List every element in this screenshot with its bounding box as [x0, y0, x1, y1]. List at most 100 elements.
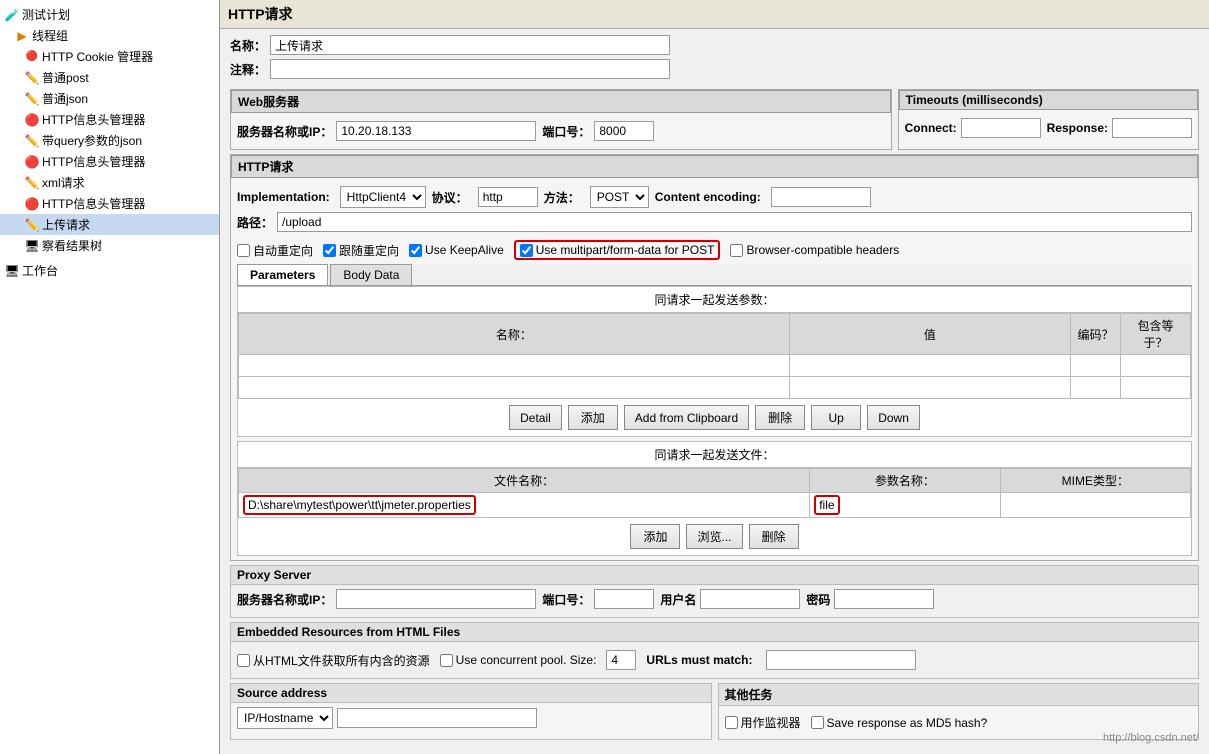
- http-info1-icon: 🔴: [24, 112, 40, 128]
- tab-body-data[interactable]: Body Data: [330, 264, 412, 285]
- concurrent-pool-checkbox[interactable]: Use concurrent pool. Size:: [440, 653, 597, 667]
- sidebar-item-thread-group[interactable]: ▶ 线程组: [0, 25, 219, 46]
- follow-redirect-checkbox[interactable]: 跟随重定向: [323, 242, 399, 259]
- source-type-select[interactable]: IP/Hostname: [237, 707, 333, 729]
- detail-button[interactable]: Detail: [509, 405, 562, 430]
- sidebar-item-label: 线程组: [32, 27, 68, 44]
- embedded-title: Embedded Resources from HTML Files: [231, 623, 1198, 642]
- browse-button[interactable]: 浏览...: [686, 524, 742, 549]
- protocol-input[interactable]: [478, 187, 538, 207]
- sidebar-item-label: HTTP信息头管理器: [42, 111, 145, 128]
- follow-redirect-check[interactable]: [323, 244, 336, 257]
- sidebar-item-check-results[interactable]: 🖥 察看结果树: [0, 235, 219, 256]
- col-filename-header: 文件名称：: [239, 469, 810, 493]
- table-row: [239, 355, 1191, 377]
- tab-parameters[interactable]: Parameters: [237, 264, 328, 285]
- monitor-checkbox[interactable]: 用作监视器: [725, 714, 801, 731]
- concurrent-size-input[interactable]: [606, 650, 636, 670]
- files-section-header: 同请求一起发送文件：: [238, 442, 1191, 468]
- sidebar-item-test-plan[interactable]: 🧪 测试计划: [0, 4, 219, 25]
- http-request-header: HTTP请求: [231, 155, 1198, 178]
- http-info3-icon: 🔴: [24, 196, 40, 212]
- file-path-value: D:\share\mytest\power\tt\jmeter.properti…: [243, 495, 476, 515]
- browser-headers-check[interactable]: [730, 244, 743, 257]
- proxy-port-input[interactable]: [594, 589, 654, 609]
- extract-resources-checkbox[interactable]: 从HTML文件获取所有内含的资源: [237, 652, 430, 669]
- keep-alive-checkbox[interactable]: Use KeepAlive: [409, 243, 504, 257]
- down-button[interactable]: Down: [867, 405, 920, 430]
- proxy-section: Proxy Server 服务器名称或IP： 端口号： 用户名 密码: [230, 565, 1199, 618]
- name-input[interactable]: [270, 35, 670, 55]
- sidebar-item-label: 察看结果树: [42, 237, 102, 254]
- urls-match-input[interactable]: [766, 650, 916, 670]
- proxy-port-label: 端口号：: [542, 591, 590, 608]
- query-json-icon: ✏️: [24, 133, 40, 149]
- proxy-username-input[interactable]: [700, 589, 800, 609]
- sidebar-item-putong-post[interactable]: ✏️ 普通post: [0, 67, 219, 88]
- sidebar-item-http-cookie[interactable]: 🔴 HTTP Cookie 管理器: [0, 46, 219, 67]
- md5-check[interactable]: [811, 716, 824, 729]
- upload-request-icon: ✏️: [24, 217, 40, 233]
- path-input[interactable]: [277, 212, 1192, 232]
- params-section-header: 同请求一起发送参数：: [238, 287, 1191, 313]
- files-table: 文件名称： 参数名称： MIME类型： D:\share\mytest\powe…: [238, 468, 1191, 518]
- port-input[interactable]: [594, 121, 654, 141]
- sidebar-item-http-info1[interactable]: 🔴 HTTP信息头管理器: [0, 109, 219, 130]
- response-input[interactable]: [1112, 118, 1192, 138]
- putong-post-icon: ✏️: [24, 70, 40, 86]
- web-server-header: Web服务器: [231, 90, 891, 113]
- delete-file-button[interactable]: 删除: [749, 524, 799, 549]
- auto-redirect-checkbox[interactable]: 自动重定向: [237, 242, 313, 259]
- monitor-check[interactable]: [725, 716, 738, 729]
- embedded-section: Embedded Resources from HTML Files 从HTML…: [230, 622, 1199, 679]
- add-from-clipboard-button[interactable]: Add from Clipboard: [624, 405, 749, 430]
- auto-redirect-check[interactable]: [237, 244, 250, 257]
- response-label: Response:: [1047, 121, 1108, 135]
- add-param-button[interactable]: 添加: [568, 405, 618, 430]
- extract-resources-check[interactable]: [237, 654, 250, 667]
- sidebar-item-http-info2[interactable]: 🔴 HTTP信息头管理器: [0, 151, 219, 172]
- md5-checkbox[interactable]: Save response as MD5 hash?: [811, 716, 988, 730]
- port-label: 端口号：: [542, 123, 590, 140]
- encoding-input[interactable]: [771, 187, 871, 207]
- up-button[interactable]: Up: [811, 405, 861, 430]
- sidebar-item-xml-request[interactable]: ✏️ xml请求: [0, 172, 219, 193]
- multipart-checkbox[interactable]: Use multipart/form-data for POST: [514, 240, 721, 260]
- proxy-password-input[interactable]: [834, 589, 934, 609]
- add-file-button[interactable]: 添加: [630, 524, 680, 549]
- urls-match-label: URLs must match:: [646, 653, 752, 667]
- path-label: 路径：: [237, 214, 273, 231]
- proxy-server-input[interactable]: [336, 589, 536, 609]
- comment-input[interactable]: [270, 59, 670, 79]
- sidebar-item-http-info3[interactable]: 🔴 HTTP信息头管理器: [0, 193, 219, 214]
- implementation-select[interactable]: HttpClient4: [340, 186, 426, 208]
- source-ip-input[interactable]: [337, 708, 537, 728]
- workbench-icon: 🖥: [4, 263, 20, 279]
- delete-param-button[interactable]: 删除: [755, 405, 805, 430]
- sidebar-item-query-json[interactable]: ✏️ 带query参数的json: [0, 130, 219, 151]
- check-results-icon: 🖥: [24, 238, 40, 254]
- comment-label: 注释：: [230, 61, 266, 78]
- concurrent-pool-check[interactable]: [440, 654, 453, 667]
- col-value-header: 值: [789, 314, 1070, 355]
- method-select[interactable]: POST: [590, 186, 649, 208]
- connect-input[interactable]: [961, 118, 1041, 138]
- sidebar-item-workbench[interactable]: 🖥 工作台: [0, 260, 219, 281]
- sidebar-item-label: 工作台: [22, 262, 58, 279]
- col-encode-header: 编码？: [1071, 314, 1121, 355]
- sidebar-item-upload-request[interactable]: ✏️ 上传请求: [0, 214, 219, 235]
- keep-alive-check[interactable]: [409, 244, 422, 257]
- browser-headers-checkbox[interactable]: Browser-compatible headers: [730, 243, 899, 257]
- multipart-check[interactable]: [520, 244, 533, 257]
- sidebar-item-label: HTTP信息头管理器: [42, 195, 145, 212]
- proxy-server-label: 服务器名称或IP：: [237, 591, 332, 608]
- timeouts-header: Timeouts (milliseconds): [899, 90, 1198, 110]
- other-tasks-title: 其他任务: [719, 684, 1199, 706]
- params-table: 名称： 值 编码？ 包含等于？: [238, 313, 1191, 399]
- sidebar-item-putong-json[interactable]: ✏️ 普通json: [0, 88, 219, 109]
- xml-request-icon: ✏️: [24, 175, 40, 191]
- encoding-label: Content encoding:: [655, 190, 761, 204]
- connect-label: Connect:: [905, 121, 957, 135]
- server-input[interactable]: [336, 121, 536, 141]
- sidebar-item-label: HTTP Cookie 管理器: [42, 48, 153, 65]
